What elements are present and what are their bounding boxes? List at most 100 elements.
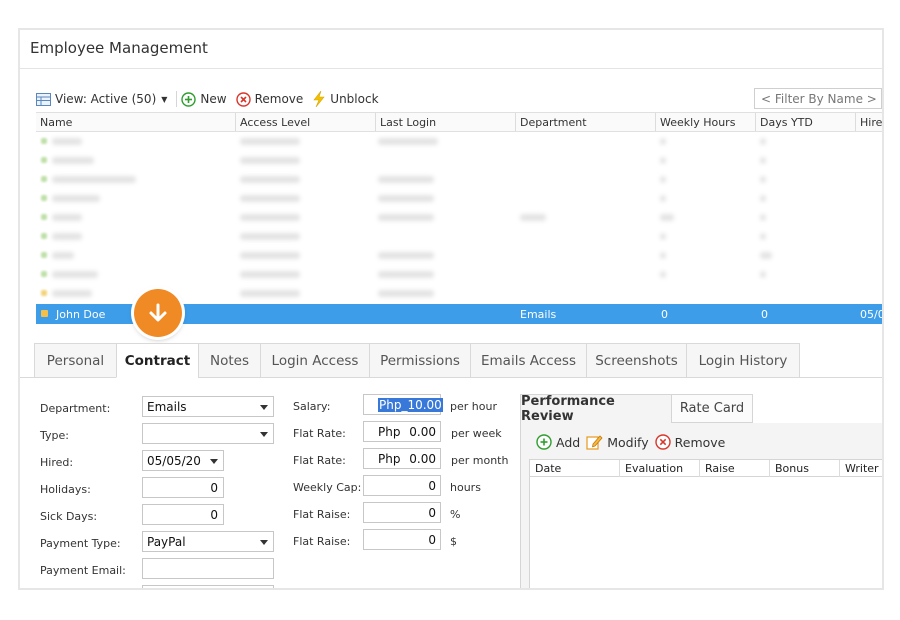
- cell-weekly-hours: 0: [661, 308, 668, 321]
- flat-rate-week-value: 0.00: [409, 425, 436, 439]
- column-header-raise[interactable]: Raise: [700, 460, 770, 477]
- hired-date-picker[interactable]: 05/05/20: [142, 450, 224, 471]
- employee-grid-body: [36, 132, 882, 302]
- table-row[interactable]: [36, 170, 882, 189]
- table-row[interactable]: [36, 189, 882, 208]
- chevron-down-icon: ▼: [161, 94, 168, 104]
- title-divider: [20, 68, 882, 69]
- remove-icon: [235, 91, 251, 107]
- flat-raise-pct-unit: %: [450, 508, 461, 521]
- column-header-bonus[interactable]: Bonus: [770, 460, 840, 477]
- flat-rate-month-value: 0.00: [409, 452, 436, 466]
- salary-label: Salary:: [293, 400, 331, 413]
- new-button[interactable]: New: [181, 91, 227, 107]
- weekly-cap-unit: hours: [450, 481, 481, 494]
- department-value: Emails: [147, 400, 187, 414]
- payment-type-select[interactable]: PayPal: [142, 531, 274, 552]
- tab-notes[interactable]: Notes: [198, 343, 260, 378]
- remove-button[interactable]: Remove: [235, 91, 304, 107]
- payment-type-label: Payment Type:: [40, 537, 121, 550]
- type-label: Type:: [40, 429, 69, 442]
- flat-raise-pct-input[interactable]: 0: [363, 502, 441, 523]
- flat-raise-amt-input[interactable]: 0: [363, 529, 441, 550]
- table-row[interactable]: [36, 246, 882, 265]
- weekly-cap-input[interactable]: 0: [363, 475, 441, 496]
- sick-days-input[interactable]: 0: [142, 504, 224, 525]
- column-header-department[interactable]: Department: [516, 113, 656, 131]
- employee-management-panel: Employee Management View: Active (50) ▼ …: [18, 28, 884, 590]
- holidays-label: Holidays:: [40, 483, 91, 496]
- column-header-weekly-hours[interactable]: Weekly Hours: [656, 113, 756, 131]
- weekly-cap-label: Weekly Cap:: [293, 481, 362, 494]
- tab-permissions[interactable]: Permissions: [369, 343, 470, 378]
- view-selector[interactable]: View: Active (50) ▼: [36, 92, 167, 106]
- column-header-days-ytd[interactable]: Days YTD: [756, 113, 856, 131]
- view-label: View: Active (50): [55, 92, 157, 106]
- add-icon: [181, 91, 197, 107]
- new-label: New: [200, 92, 227, 106]
- flat-rate-week-currency: Php: [378, 425, 401, 439]
- column-header-name[interactable]: Name: [36, 113, 236, 131]
- tab-login-history[interactable]: Login History: [686, 343, 800, 378]
- flat-rate-month-label: Flat Rate:: [293, 454, 346, 467]
- sick-days-value: 0: [210, 508, 218, 522]
- panel-title: Employee Management: [30, 39, 208, 57]
- arrow-down-icon: [134, 289, 182, 337]
- modify-review-button[interactable]: Modify: [586, 434, 649, 450]
- add-review-button[interactable]: Add: [536, 434, 580, 450]
- payment-email-input[interactable]: [142, 558, 274, 579]
- unblock-button[interactable]: Unblock: [312, 91, 379, 107]
- toolbar-divider: [176, 91, 178, 107]
- department-select[interactable]: Emails: [142, 396, 274, 417]
- flat-rate-week-input[interactable]: Php 0.00: [363, 421, 441, 442]
- user-status-icon: [41, 310, 48, 317]
- flat-rate-month-input[interactable]: Php 0.00: [363, 448, 441, 469]
- tab-emails-access[interactable]: Emails Access: [470, 343, 586, 378]
- flat-rate-month-unit: per month: [451, 454, 509, 467]
- table-row[interactable]: [36, 132, 882, 151]
- flat-raise-pct-label: Flat Raise:: [293, 508, 351, 521]
- tab-personal[interactable]: Personal: [34, 343, 116, 378]
- chevron-down-icon: [210, 459, 218, 464]
- salary-input[interactable]: Php_10.00: [363, 394, 443, 415]
- table-row[interactable]: [36, 227, 882, 246]
- tab-rate-card[interactable]: Rate Card: [671, 394, 753, 423]
- remove-review-button[interactable]: Remove: [654, 434, 726, 450]
- salary-unit: per hour: [450, 400, 497, 413]
- performance-grid-header: Date Evaluation Raise Bonus Writer: [529, 459, 882, 477]
- tab-performance-review[interactable]: Performance Review: [520, 394, 672, 424]
- table-row[interactable]: [36, 208, 882, 227]
- column-header-evaluation[interactable]: Evaluation: [620, 460, 700, 477]
- table-row[interactable]: [36, 265, 882, 284]
- column-header-date[interactable]: Date: [530, 460, 620, 477]
- modify-label: Modify: [607, 434, 649, 450]
- column-header-access-level[interactable]: Access Level: [236, 113, 376, 131]
- flat-rate-month-currency: Php: [378, 452, 401, 466]
- cell-department: Emails: [520, 308, 557, 321]
- weekly-cap-value: 0: [428, 479, 436, 493]
- add-icon: [536, 434, 552, 450]
- type-select[interactable]: [142, 423, 274, 444]
- holidays-input[interactable]: 0: [142, 477, 224, 498]
- payment-type-value: PayPal: [147, 535, 186, 549]
- hired-value: 05/05/20: [147, 454, 201, 468]
- performance-grid-body: [529, 477, 882, 588]
- table-row[interactable]: [36, 151, 882, 170]
- filter-by-name-input[interactable]: < Filter By Name >: [754, 88, 882, 109]
- column-header-writer[interactable]: Writer: [840, 460, 882, 477]
- flat-raise-amt-value: 0: [428, 533, 436, 547]
- tab-login-access[interactable]: Login Access: [260, 343, 369, 378]
- chevron-down-icon: [260, 405, 268, 410]
- employee-grid-header: Name Access Level Last Login Department …: [36, 112, 882, 132]
- remove-review-label: Remove: [674, 434, 726, 450]
- tab-contract[interactable]: Contract: [116, 343, 198, 378]
- column-header-hire[interactable]: Hire: [856, 113, 882, 131]
- grid-view-icon: [36, 92, 51, 106]
- column-header-last-login[interactable]: Last Login: [376, 113, 516, 131]
- flat-rate-week-label: Flat Rate:: [293, 427, 346, 440]
- remove-label: Remove: [254, 92, 304, 106]
- chevron-down-icon: [260, 540, 268, 545]
- tab-screenshots[interactable]: Screenshots: [586, 343, 686, 378]
- unblock-label: Unblock: [330, 92, 379, 106]
- lightning-icon: [312, 91, 326, 107]
